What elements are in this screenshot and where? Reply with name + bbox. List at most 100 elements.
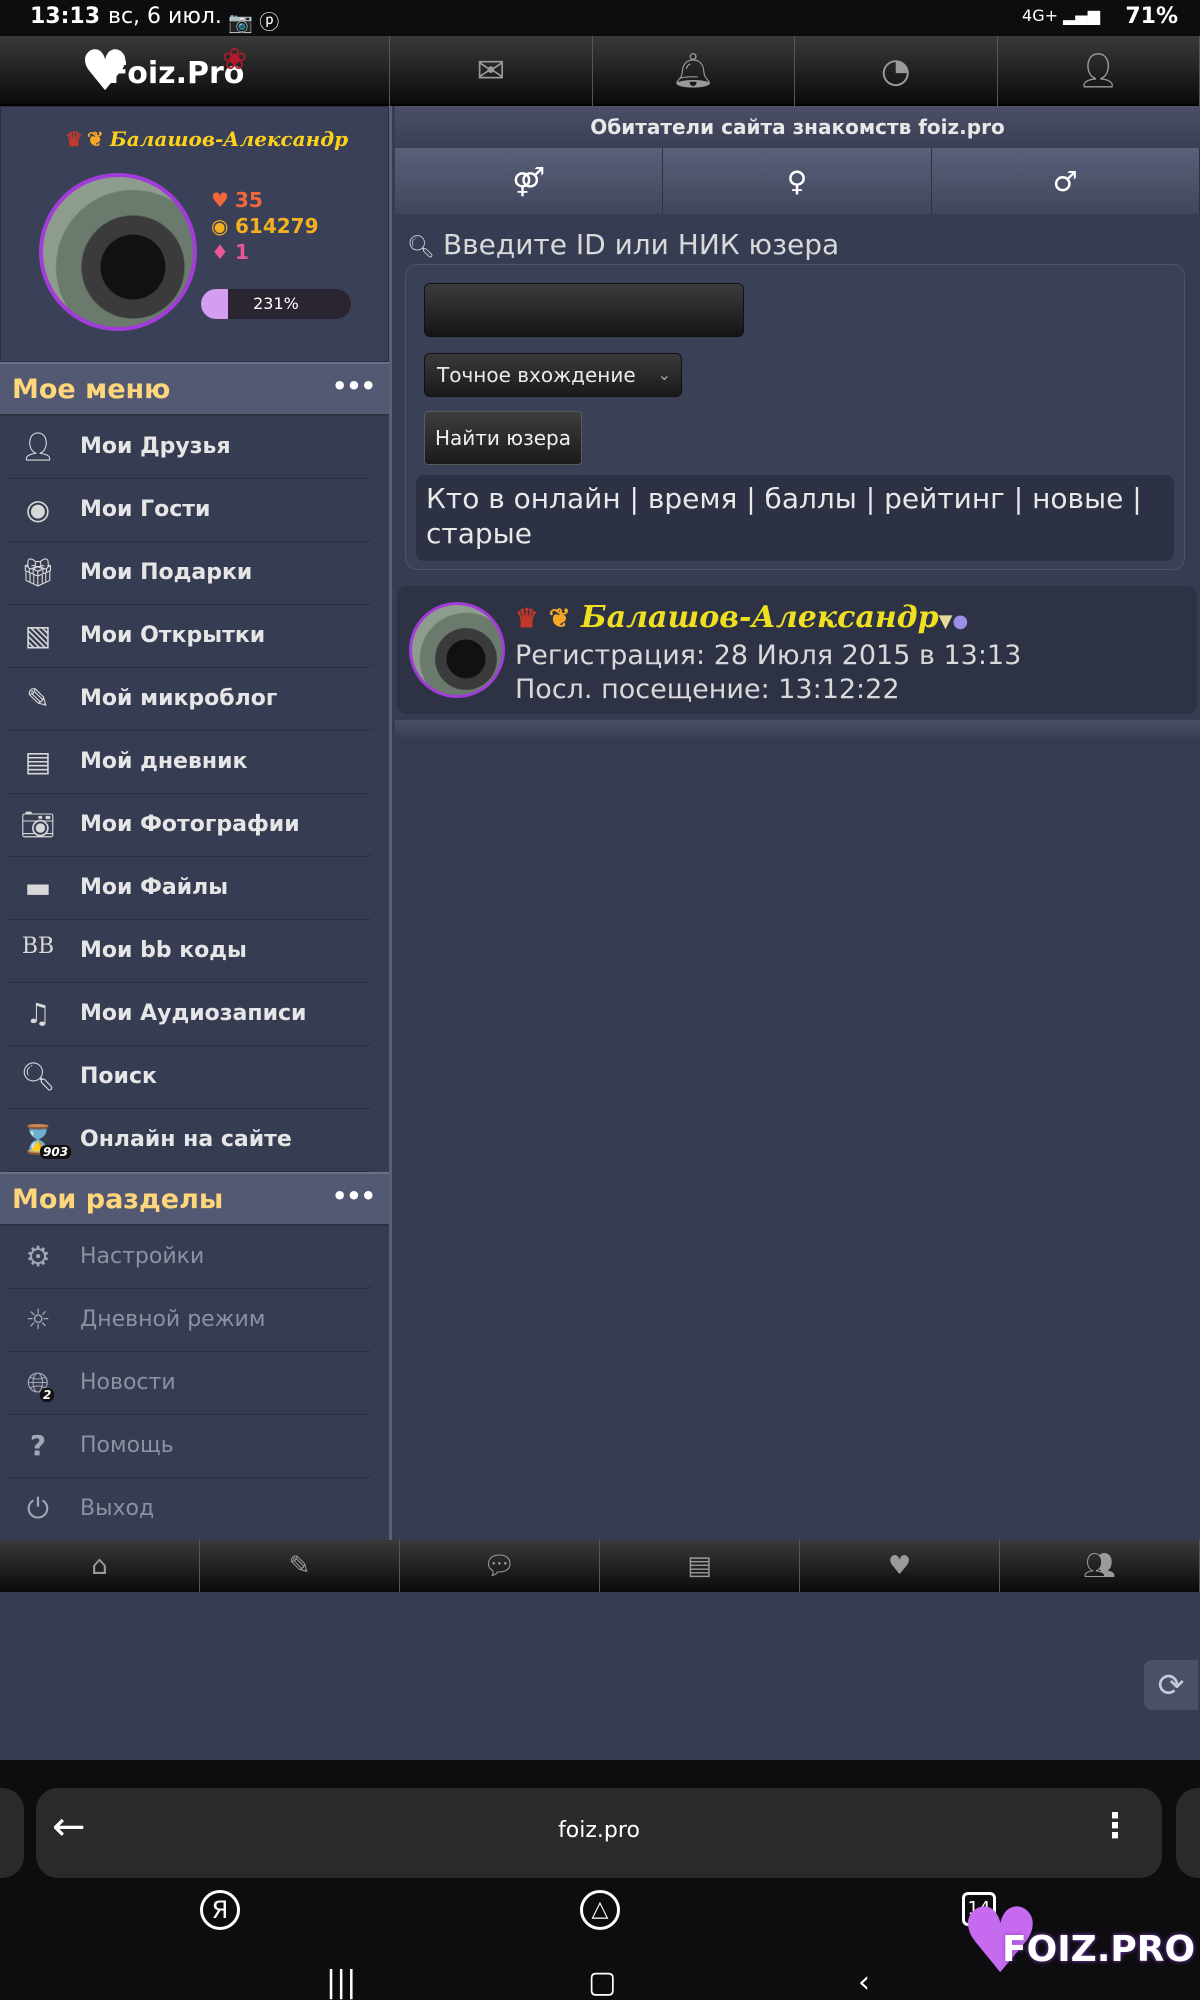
sidebar-item-label: Поиск (80, 1064, 157, 1089)
tab-male-icon[interactable]: ♂ (932, 148, 1200, 214)
last-visit: Посл. посещение: 13:12:22 (515, 674, 900, 705)
level-progress: 231% (201, 289, 351, 319)
badge-icon: ❦ (86, 127, 104, 151)
notification-icons: 📷 ⓟ (228, 10, 280, 34)
sidebar-item-label: Мои Гости (80, 497, 211, 522)
search-form: Точное вхождение ⌄ Найти юзера Кто в онл… (405, 264, 1185, 570)
sidebar-item-label: Новости (80, 1370, 176, 1395)
sidebar-item[interactable]: 🌐︎ 2 Новости (6, 1352, 375, 1415)
sidebar-item[interactable]: ⌛ 903 Онлайн на сайте (6, 1109, 375, 1172)
profile-stats: ♥ 35 ◉ 614279 ♦ 1 (211, 187, 319, 265)
url-text[interactable]: foiz.pro (36, 1818, 1162, 1843)
sidebar-item[interactable]: ? Помощь (6, 1415, 375, 1478)
book-icon[interactable]: ▤ (600, 1540, 800, 1592)
medal-icon: ♛ (65, 127, 83, 151)
sidebar-item-label: Дневной режим (80, 1307, 266, 1332)
sidebar-item[interactable]: 🎁︎ Мои Подарки (6, 542, 375, 605)
battery-level: 71% (1125, 4, 1178, 29)
heartbeat-icon: ♥ (211, 188, 229, 212)
book-icon: ▤ (24, 745, 52, 778)
my-menu-header: Мое меню ••• (0, 362, 389, 416)
profile-name[interactable]: ♛ ❦ Балашов-Александр (65, 127, 348, 151)
sections-more-icon[interactable]: ••• (332, 1182, 376, 1210)
sidebar-item[interactable]: ⚙ Настройки (6, 1226, 375, 1289)
pencil-icon[interactable]: ✎ (200, 1540, 400, 1592)
user-icon[interactable]: 👤︎ (998, 36, 1200, 106)
coins-count: 614279 (235, 214, 319, 238)
sidebar-item[interactable]: 👤︎ Мои Друзья (6, 416, 375, 479)
match-mode-select[interactable]: Точное вхождение ⌄ (424, 353, 682, 397)
sun-icon: ☼ (25, 1303, 51, 1336)
music-icon: ♫ (25, 997, 51, 1030)
heart-icon[interactable]: ♥ (800, 1540, 1000, 1592)
my-menu-title: Мое меню (12, 374, 171, 405)
tab-female-icon[interactable]: ♀ (663, 148, 932, 214)
sidebar-item[interactable]: ▤ Мой дневник (6, 731, 375, 794)
chevron-down-icon: ⌄ (657, 365, 671, 384)
home-circle-icon[interactable]: ▢ (588, 1965, 616, 2000)
yandex-icon[interactable]: Я (200, 1890, 240, 1930)
status-date: вс, 6 июл. (108, 4, 222, 29)
group-icon[interactable]: 👥︎ (1000, 1540, 1200, 1592)
sidebar-item-label: Настройки (80, 1244, 205, 1269)
next-tab-edge[interactable] (1176, 1788, 1200, 1878)
alice-icon[interactable]: △ (580, 1890, 620, 1930)
home-icon[interactable]: ⌂ (0, 1540, 200, 1592)
bell-icon[interactable]: 🔔︎ (593, 36, 795, 106)
sidebar-item[interactable]: 📷︎ Мои Фотографии (6, 794, 375, 857)
watermark-text: FOIZ.PRO (1002, 1929, 1196, 1970)
gender-tabs: ⚤ ♀ ♂ (395, 148, 1200, 214)
status-time: 13:13 (30, 4, 101, 29)
rose-icon: ❀ (222, 42, 248, 77)
sidebar-item[interactable]: ◉ Мои Гости (6, 479, 375, 542)
count-badge: 2 (40, 1388, 55, 1402)
prev-tab-edge[interactable] (0, 1788, 24, 1878)
site-logo[interactable]: ♥ Foiz.Pro ❀ (0, 36, 390, 106)
back-icon[interactable]: ‹ (858, 1965, 870, 2000)
recents-icon[interactable]: ||| (326, 1965, 356, 2000)
chat-icon[interactable]: 💬︎ (400, 1540, 600, 1592)
sidebar-item-label: Мои Подарки (80, 560, 253, 585)
sidebar-item-label: Мой микроблог (80, 686, 278, 711)
site-header: ♥ Foiz.Pro ❀ ✉ 🔔︎ ◔ 👤︎ (0, 36, 1200, 106)
avatar[interactable] (39, 173, 197, 331)
user-name-text: Балашов-Александр (581, 600, 939, 635)
sidebar-item[interactable]: ✎ Мой микроблог (6, 668, 375, 731)
gems-count: 1 (235, 240, 249, 264)
hearts-count: 35 (235, 188, 263, 212)
user-name[interactable]: ♛ ❦ Балашов-Александр▼● (515, 600, 968, 635)
search-icon: 🔍︎ (407, 235, 435, 260)
sidebar-item-label: Мои Файлы (80, 875, 229, 900)
menu-more-icon[interactable]: ••• (332, 372, 376, 400)
find-user-button[interactable]: Найти юзера (424, 411, 582, 465)
sort-links[interactable]: Кто в онлайн | время | баллы | рейтинг |… (416, 475, 1174, 561)
sidebar-item[interactable]: BB Мои bb коды (6, 920, 375, 983)
sidebar-item[interactable]: ☼ Дневной режим (6, 1289, 375, 1352)
user-avatar[interactable] (409, 602, 505, 698)
more-vertical-icon[interactable]: ⋮ (1098, 1806, 1132, 1846)
award-icon: ● (952, 611, 969, 632)
user-result-card[interactable]: ♛ ❦ Балашов-Александр▼● Регистрация: 28 … (397, 586, 1197, 714)
sidebar-item[interactable]: ♫ Мои Аудиозаписи (6, 983, 375, 1046)
sidebar-item-label: Мои Друзья (80, 434, 231, 459)
sidebar-item[interactable]: ▧ Мои Открытки (6, 605, 375, 668)
sidebar-item[interactable]: ▬ Мои Файлы (6, 857, 375, 920)
envelope-icon[interactable]: ✉ (390, 36, 593, 106)
count-badge: 903 (40, 1145, 72, 1159)
my-sections-list: ⚙ Настройки ☼ Дневной режим 🌐︎ 2 Новости? Помощ… (0, 1226, 389, 1541)
sidebar-item-label: Мои Фотографии (80, 812, 300, 837)
search-input[interactable] (424, 283, 744, 337)
refresh-icon[interactable]: ⟳ (1144, 1660, 1198, 1710)
search-icon: 🔍︎ (20, 1060, 56, 1093)
help-icon: ? (29, 1429, 47, 1462)
camera-icon: 📷︎ (20, 808, 56, 841)
tab-couples-icon[interactable]: ⚤ (395, 148, 664, 214)
sidebar-item[interactable]: ⏻ Выход (6, 1478, 375, 1541)
sidebar-item[interactable]: 🔍︎ Поиск (6, 1046, 375, 1109)
top-nav: ✉ 🔔︎ ◔ 👤︎ (390, 36, 1200, 106)
address-bar[interactable]: ← foiz.pro ⋮ (36, 1788, 1162, 1878)
sidebar-item-label: Помощь (80, 1433, 174, 1458)
rss-icon[interactable]: ◔ (795, 36, 998, 106)
edit-icon: ✎ (26, 682, 50, 715)
page-title: Обитатели сайта знакомств foiz.pro (395, 106, 1200, 148)
